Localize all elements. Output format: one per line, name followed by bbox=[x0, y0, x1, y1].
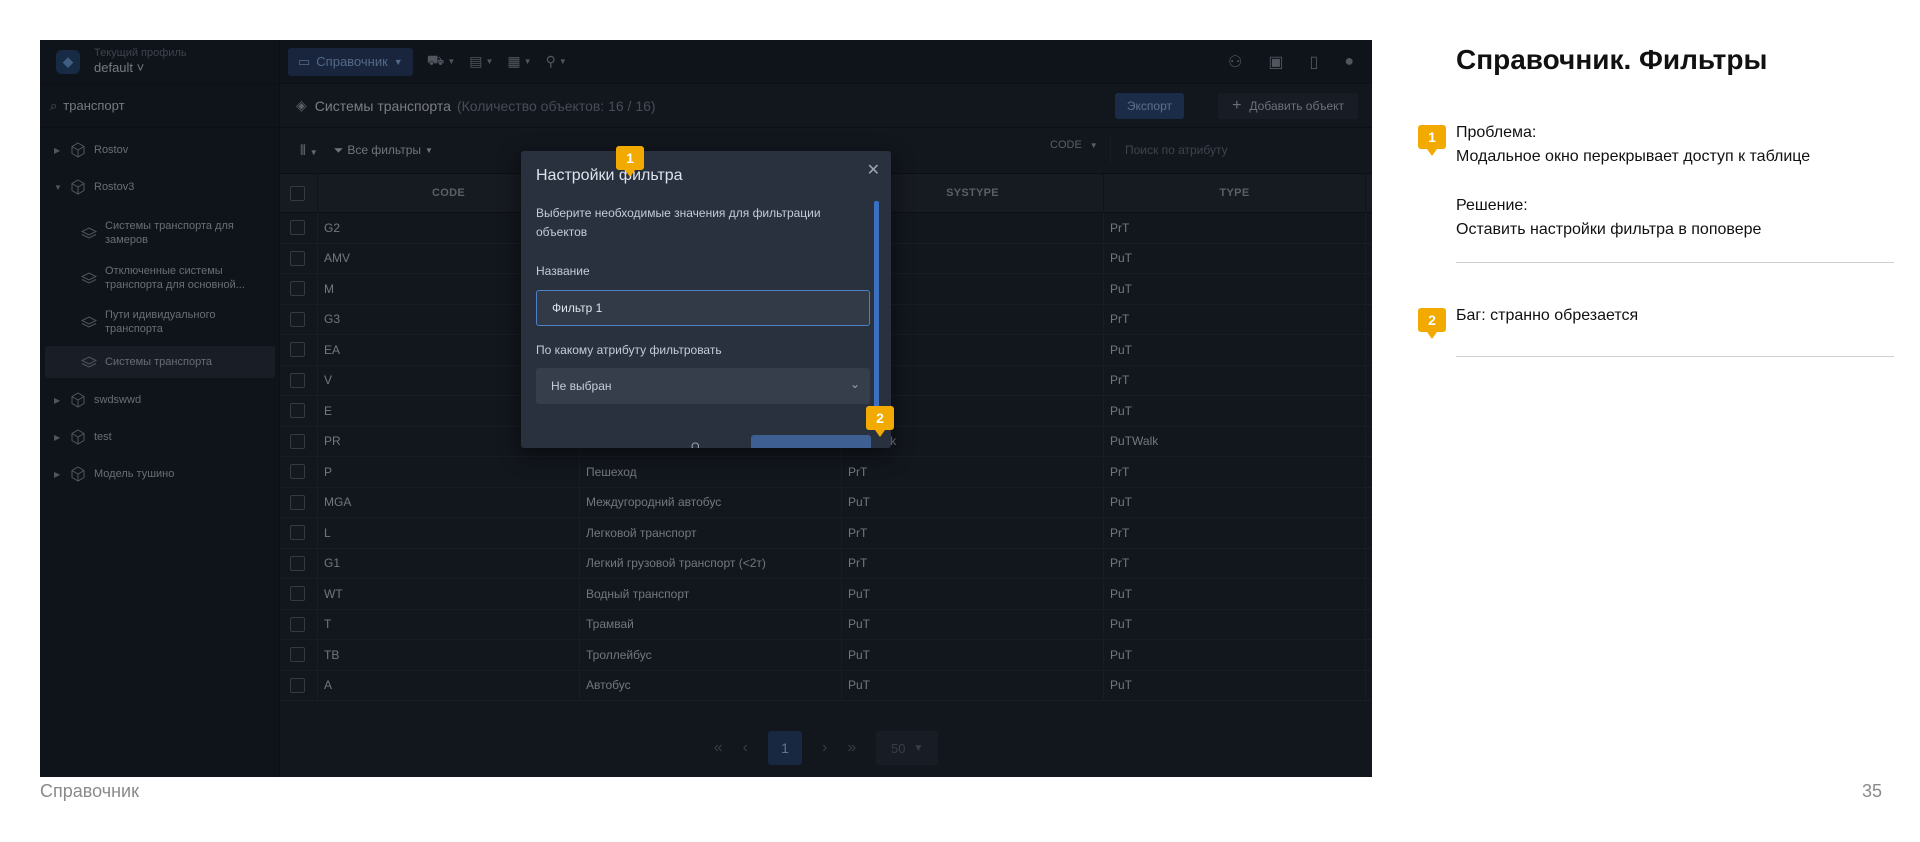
note-marker-2: 2 bbox=[1418, 308, 1446, 339]
footer-section: Справочник bbox=[40, 781, 139, 801]
close-icon[interactable]: ✕ bbox=[867, 160, 880, 180]
solution-heading: Решение: bbox=[1456, 197, 1528, 214]
apply-button[interactable] bbox=[751, 435, 871, 448]
filter-settings-modal: Настройки фильтра ✕ Выберите необходимые… bbox=[521, 151, 891, 448]
problem-heading: Проблема: bbox=[1456, 124, 1537, 141]
app-screenshot: ◆ Текущий профиль default ˅ ⌕ транспорт … bbox=[40, 40, 1372, 777]
slide-title: Справочник. Фильтры bbox=[1456, 44, 1768, 75]
filter-name-label: Название bbox=[536, 264, 590, 278]
solution-text: Оставить настройки фильтра в поповере bbox=[1456, 221, 1762, 238]
page-number: 35 bbox=[1861, 781, 1882, 801]
problem-text: Модальное окно перекрывает доступ к табл… bbox=[1456, 148, 1811, 165]
bug-text: Баг: странно обрезается bbox=[1456, 307, 1639, 324]
filter-attribute-label: По какому атрибуту фильтровать bbox=[536, 343, 722, 357]
marker-1: 1 bbox=[616, 146, 644, 177]
modal-scrollbar[interactable] bbox=[874, 201, 879, 421]
divider bbox=[1456, 262, 1894, 263]
marker-2: 2 bbox=[866, 406, 894, 437]
note-marker-1: 1 bbox=[1418, 125, 1446, 156]
slide: ◆ Текущий профиль default ˅ ⌕ транспорт … bbox=[0, 0, 1920, 842]
chevron-down-icon: ⌄ bbox=[849, 377, 860, 391]
modal-title: Настройки фильтра bbox=[536, 167, 683, 184]
filter-name-input[interactable]: Фильтр 1 bbox=[536, 290, 870, 326]
cancel-button[interactable]: О bbox=[691, 441, 700, 448]
modal-description: Выберите необходимые значения для фильтр… bbox=[536, 206, 821, 239]
divider bbox=[1456, 356, 1894, 357]
filter-attribute-select[interactable]: Не выбран ⌄ bbox=[536, 368, 870, 404]
filter-attribute-value: Не выбран bbox=[551, 379, 612, 393]
